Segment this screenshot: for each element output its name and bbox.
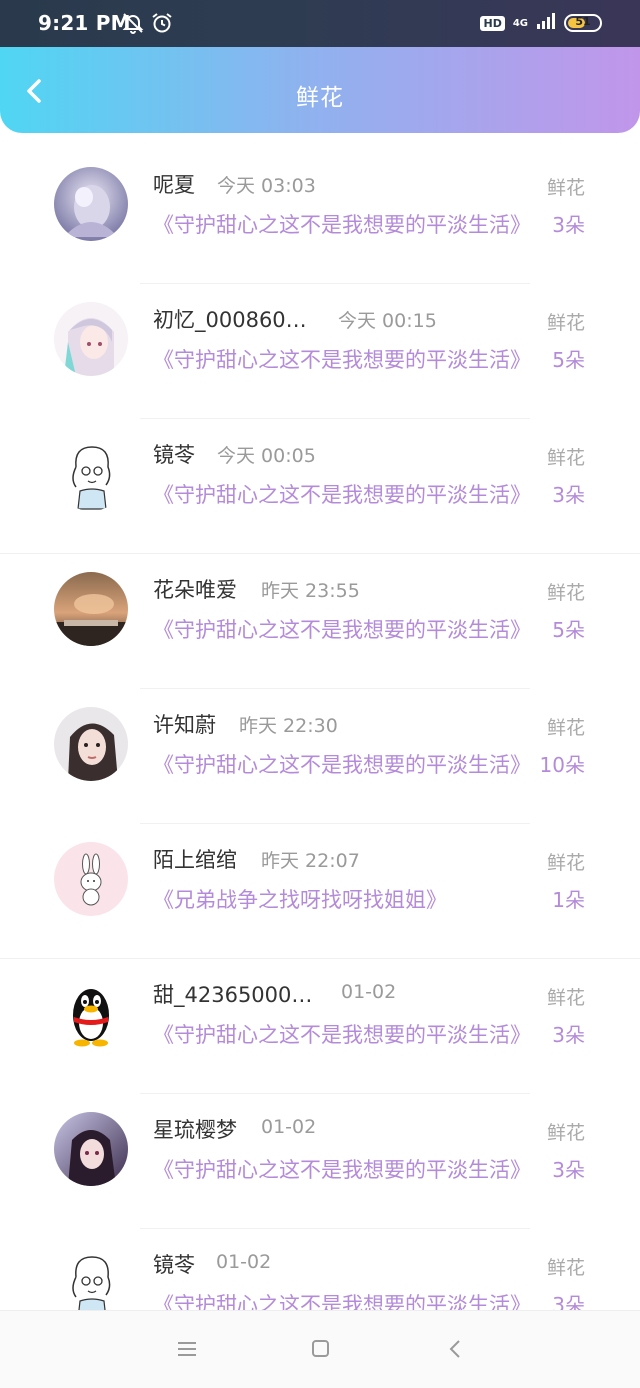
penguin-icon <box>54 977 128 1051</box>
book-title[interactable]: 《守护甜心之这不是我想要的平淡生活》 <box>153 1289 531 1310</box>
timestamp: 今天 03:03 <box>217 175 316 197</box>
timestamp: 今天 00:05 <box>217 445 316 467</box>
avatar[interactable] <box>54 977 128 1051</box>
book-title[interactable]: 《守护甜心之这不是我想要的平淡生活》 <box>153 1019 531 1049</box>
gift-type: 鲜花 <box>546 1257 585 1279</box>
timestamp: 01-02 <box>341 981 397 1003</box>
gift-type: 鲜花 <box>546 1122 585 1144</box>
page-title: 鲜花 <box>296 85 344 111</box>
avatar[interactable] <box>54 437 128 511</box>
gift-count: 3朵 <box>552 1293 585 1310</box>
back-triangle-icon[interactable] <box>446 1339 466 1363</box>
status-icons: HD 4G 51 <box>480 13 602 33</box>
book-title[interactable]: 《守护甜心之这不是我想要的平淡生活》 <box>153 749 531 779</box>
user-name: 许知蔚 <box>153 713 216 737</box>
avatar[interactable] <box>54 707 128 781</box>
avatar[interactable] <box>54 167 128 241</box>
avatar[interactable] <box>54 1247 128 1310</box>
list-item[interactable]: 陌上绾绾 昨天 22:07 《兄弟战争之找呀找呀找姐姐》 鲜花 1朵 <box>0 824 640 959</box>
user-name: 呢夏 <box>153 173 195 197</box>
app-header: 鲜花 <box>0 47 640 133</box>
bell-off-icon <box>122 12 144 38</box>
book-title[interactable]: 《守护甜心之这不是我想要的平淡生活》 <box>153 209 531 239</box>
avatar[interactable] <box>54 572 128 646</box>
list-item[interactable]: 镜苓 今天 00:05 《守护甜心之这不是我想要的平淡生活》 鲜花 3朵 <box>0 419 640 554</box>
avatar[interactable] <box>54 1112 128 1186</box>
list-item[interactable]: 初忆_000860661 今天 00:15 《守护甜心之这不是我想要的平淡生活》… <box>0 284 640 419</box>
timestamp: 01-02 <box>216 1251 272 1273</box>
list-item[interactable]: 许知蔚 昨天 22:30 《守护甜心之这不是我想要的平淡生活》 鲜花 10朵 <box>0 689 640 824</box>
gift-count: 5朵 <box>552 348 585 372</box>
timestamp: 今天 00:15 <box>338 310 437 332</box>
home-square-icon[interactable] <box>310 1339 332 1363</box>
user-name: 初忆_000860661 <box>153 308 318 332</box>
timestamp: 01-02 <box>261 1116 317 1138</box>
list-item[interactable]: 镜苓 01-02 《守护甜心之这不是我想要的平淡生活》 鲜花 3朵 <box>0 1229 640 1310</box>
list-item[interactable]: 星琉樱梦 01-02 《守护甜心之这不是我想要的平淡生活》 鲜花 3朵 <box>0 1094 640 1229</box>
book-title[interactable]: 《守护甜心之这不是我想要的平淡生活》 <box>153 1154 531 1184</box>
book-title[interactable]: 《守护甜心之这不是我想要的平淡生活》 <box>153 344 531 374</box>
network-label: 4G <box>512 17 528 29</box>
book-title[interactable]: 《兄弟战争之找呀找呀找姐姐》 <box>153 884 531 914</box>
battery-icon: 51 <box>564 14 602 32</box>
user-name: 镜苓 <box>153 443 195 467</box>
list-item[interactable]: 呢夏 今天 03:03 《守护甜心之这不是我想要的平淡生活》 鲜花 3朵 <box>0 149 640 284</box>
gift-type: 鲜花 <box>546 447 585 469</box>
book-title[interactable]: 《守护甜心之这不是我想要的平淡生活》 <box>153 479 531 509</box>
menu-icon[interactable] <box>176 1339 198 1363</box>
timestamp: 昨天 23:55 <box>261 580 360 602</box>
timestamp: 昨天 22:07 <box>261 850 360 872</box>
system-nav-bar <box>0 1310 640 1388</box>
signal-icon <box>536 13 556 33</box>
timestamp: 昨天 22:30 <box>239 715 338 737</box>
gift-count: 3朵 <box>552 483 585 507</box>
status-bar: 9:21 PM HD 4G 51 <box>0 0 640 47</box>
gift-count: 3朵 <box>552 1023 585 1047</box>
gift-type: 鲜花 <box>546 717 585 739</box>
gift-count: 10朵 <box>539 753 585 777</box>
user-name: 甜_4236500013 <box>153 983 313 1007</box>
gift-list[interactable]: 呢夏 今天 03:03 《守护甜心之这不是我想要的平淡生活》 鲜花 3朵 初忆_… <box>0 149 640 1310</box>
list-item[interactable]: 花朵唯爱 昨天 23:55 《守护甜心之这不是我想要的平淡生活》 鲜花 5朵 <box>0 554 640 689</box>
user-name: 花朵唯爱 <box>153 578 237 602</box>
list-item[interactable]: 甜_4236500013 01-02 《守护甜心之这不是我想要的平淡生活》 鲜花… <box>0 959 640 1094</box>
status-time: 9:21 PM <box>38 11 131 35</box>
gift-type: 鲜花 <box>546 177 585 199</box>
gift-count: 3朵 <box>552 1158 585 1182</box>
hd-badge: HD <box>480 15 505 31</box>
avatar[interactable] <box>54 302 128 376</box>
gift-count: 3朵 <box>552 213 585 237</box>
user-name: 星琉樱梦 <box>153 1118 237 1142</box>
gift-count: 5朵 <box>552 618 585 642</box>
gift-count: 1朵 <box>552 888 585 912</box>
gift-type: 鲜花 <box>546 582 585 604</box>
battery-level: 51 <box>575 15 591 28</box>
book-title[interactable]: 《守护甜心之这不是我想要的平淡生活》 <box>153 614 531 644</box>
gift-type: 鲜花 <box>546 852 585 874</box>
user-name: 陌上绾绾 <box>153 848 237 872</box>
gift-type: 鲜花 <box>546 987 585 1009</box>
gift-type: 鲜花 <box>546 312 585 334</box>
user-name: 镜苓 <box>153 1253 195 1277</box>
avatar[interactable] <box>54 842 128 916</box>
alarm-clock-icon <box>151 12 173 38</box>
